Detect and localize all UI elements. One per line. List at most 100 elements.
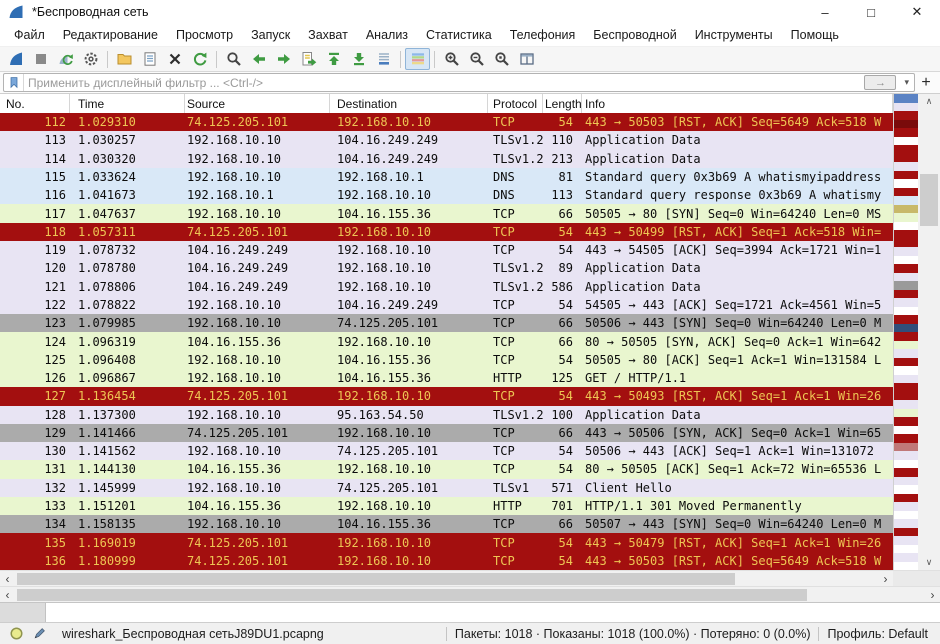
filter-text-field[interactable] bbox=[24, 76, 864, 90]
find-packet-button[interactable] bbox=[221, 48, 246, 70]
go-last-packet-button[interactable] bbox=[346, 48, 371, 70]
go-back-button[interactable] bbox=[246, 48, 271, 70]
packet-row-116[interactable]: 1161.041673192.168.10.1192.168.10.10DNS1… bbox=[0, 186, 893, 204]
vertical-scrollbar[interactable]: ∧ ∨ bbox=[918, 94, 940, 570]
save-file-button[interactable] bbox=[137, 48, 162, 70]
column-header-time[interactable]: Time bbox=[70, 94, 185, 113]
start-capture-button[interactable] bbox=[3, 48, 28, 70]
cell-destination: 104.16.155.36 bbox=[330, 207, 488, 221]
scroll-right-arrow-icon[interactable]: › bbox=[925, 587, 940, 602]
filter-dropdown-caret-icon[interactable]: ▾ bbox=[899, 77, 914, 88]
packet-row-131[interactable]: 1311.144130104.16.155.36192.168.10.10TCP… bbox=[0, 460, 893, 478]
cell-time: 1.078732 bbox=[70, 243, 185, 257]
horizontal-scrollbar-thumb[interactable] bbox=[17, 589, 807, 601]
packet-row-113[interactable]: 1131.030257192.168.10.10104.16.249.249TL… bbox=[0, 131, 893, 149]
packet-row-121[interactable]: 1211.078806104.16.249.249192.168.10.10TL… bbox=[0, 278, 893, 296]
scroll-left-arrow-icon[interactable]: ‹ bbox=[0, 587, 15, 602]
zoom-original-button[interactable] bbox=[489, 48, 514, 70]
capture-options-icon bbox=[83, 51, 99, 67]
cell-no: 129 bbox=[0, 426, 70, 440]
capture-options-button[interactable] bbox=[78, 48, 103, 70]
vertical-scrollbar-thumb[interactable] bbox=[920, 174, 938, 226]
intelligent-scrollbar-minimap[interactable] bbox=[893, 94, 918, 570]
packet-row-136[interactable]: 1361.18099974.125.205.101192.168.10.10TC… bbox=[0, 552, 893, 570]
column-header-source[interactable]: Source bbox=[185, 94, 330, 113]
cell-source: 192.168.10.10 bbox=[185, 133, 330, 147]
cell-length: 110 bbox=[543, 133, 582, 147]
display-filter-input[interactable]: → ▾ bbox=[3, 73, 915, 92]
menu-item-analyze[interactable]: Анализ bbox=[357, 28, 417, 42]
horizontal-scrollbar-thumb[interactable] bbox=[17, 573, 735, 585]
open-file-button[interactable] bbox=[112, 48, 137, 70]
menu-item-edit[interactable]: Редактирование bbox=[54, 28, 167, 42]
menu-item-view[interactable]: Просмотр bbox=[167, 28, 242, 42]
go-to-packet-button[interactable] bbox=[296, 48, 321, 70]
cell-destination: 74.125.205.101 bbox=[330, 444, 488, 458]
reload-file-button[interactable] bbox=[187, 48, 212, 70]
packet-row-123[interactable]: 1231.079985192.168.10.1074.125.205.101TC… bbox=[0, 314, 893, 332]
auto-scroll-button[interactable] bbox=[371, 48, 396, 70]
packet-row-122[interactable]: 1221.078822192.168.10.10104.16.249.249TC… bbox=[0, 296, 893, 314]
menu-item-statistics[interactable]: Статистика bbox=[417, 28, 501, 42]
menu-item-wireless[interactable]: Беспроводной bbox=[584, 28, 685, 42]
packet-row-128[interactable]: 1281.137300192.168.10.1095.163.54.50TLSv… bbox=[0, 406, 893, 424]
column-header-protocol[interactable]: Protocol bbox=[488, 94, 543, 113]
packet-row-125[interactable]: 1251.096408192.168.10.10104.16.155.36TCP… bbox=[0, 351, 893, 369]
stop-capture-button[interactable] bbox=[28, 48, 53, 70]
zoom-in-button[interactable] bbox=[439, 48, 464, 70]
menu-item-capture[interactable]: Захват bbox=[299, 28, 357, 42]
menu-item-tools[interactable]: Инструменты bbox=[686, 28, 782, 42]
lower-horizontal-scrollbar[interactable]: ‹ › bbox=[0, 586, 940, 602]
close-file-button[interactable] bbox=[162, 48, 187, 70]
packet-list-horizontal-scrollbar[interactable]: ‹ › bbox=[0, 570, 893, 586]
colorize-packets-button[interactable] bbox=[405, 48, 430, 70]
scroll-left-arrow-icon[interactable]: ‹ bbox=[0, 571, 15, 586]
packet-row-112[interactable]: 1121.02931074.125.205.101192.168.10.10TC… bbox=[0, 113, 893, 131]
cell-info: 50506 → 443 [ACK] Seq=1 Ack=1 Win=131072 bbox=[582, 444, 893, 458]
packet-row-114[interactable]: 1141.030320192.168.10.10104.16.249.249TL… bbox=[0, 150, 893, 168]
go-forward-button[interactable] bbox=[271, 48, 296, 70]
minimap-stripe bbox=[894, 511, 918, 520]
packet-row-132[interactable]: 1321.145999192.168.10.1074.125.205.101TL… bbox=[0, 479, 893, 497]
column-header-no[interactable]: No. bbox=[0, 94, 70, 113]
packet-row-124[interactable]: 1241.096319104.16.155.36192.168.10.10TCP… bbox=[0, 332, 893, 350]
packet-row-129[interactable]: 1291.14146674.125.205.101192.168.10.10TC… bbox=[0, 424, 893, 442]
restart-capture-button[interactable] bbox=[53, 48, 78, 70]
packet-row-119[interactable]: 1191.078732104.16.249.249192.168.10.10TC… bbox=[0, 241, 893, 259]
add-filter-button-button[interactable]: + bbox=[915, 74, 937, 92]
packet-row-126[interactable]: 1261.096867192.168.10.10104.16.155.36HTT… bbox=[0, 369, 893, 387]
scroll-right-arrow-icon[interactable]: › bbox=[878, 571, 893, 586]
packet-row-130[interactable]: 1301.141562192.168.10.1074.125.205.101TC… bbox=[0, 442, 893, 460]
minimap-stripe bbox=[894, 111, 918, 120]
column-header-info[interactable]: Info bbox=[582, 94, 893, 113]
apply-filter-button[interactable]: → bbox=[864, 75, 896, 90]
packet-row-118[interactable]: 1181.05731174.125.205.101192.168.10.10TC… bbox=[0, 223, 893, 241]
scroll-down-arrow-icon[interactable]: ∨ bbox=[918, 555, 940, 570]
close-button[interactable]: ✕ bbox=[894, 0, 940, 24]
menu-item-help[interactable]: Помощь bbox=[782, 28, 848, 42]
profile-indicator[interactable]: Профиль: Default bbox=[827, 627, 928, 641]
packet-row-115[interactable]: 1151.033624192.168.10.10192.168.10.1DNS8… bbox=[0, 168, 893, 186]
menu-item-telephony[interactable]: Телефония bbox=[501, 28, 585, 42]
packet-row-120[interactable]: 1201.078780104.16.249.249192.168.10.10TL… bbox=[0, 259, 893, 277]
packet-row-134[interactable]: 1341.158135192.168.10.10104.16.155.36TCP… bbox=[0, 515, 893, 533]
column-header-length[interactable]: Length bbox=[543, 94, 582, 113]
column-header-destination[interactable]: Destination bbox=[330, 94, 488, 113]
capture-comment-pencil-icon[interactable] bbox=[33, 626, 48, 641]
minimize-button[interactable]: – bbox=[802, 0, 848, 24]
expert-info-icon[interactable] bbox=[9, 626, 24, 641]
menu-item-go[interactable]: Запуск bbox=[242, 28, 299, 42]
go-first-packet-button[interactable] bbox=[321, 48, 346, 70]
packet-row-135[interactable]: 1351.16901974.125.205.101192.168.10.10TC… bbox=[0, 533, 893, 551]
minimap-stripe bbox=[894, 349, 918, 358]
maximize-button[interactable]: □ bbox=[848, 0, 894, 24]
packet-row-117[interactable]: 1171.047637192.168.10.10104.16.155.36TCP… bbox=[0, 204, 893, 222]
scroll-up-arrow-icon[interactable]: ∧ bbox=[918, 94, 940, 109]
resize-columns-button[interactable] bbox=[514, 48, 539, 70]
packet-row-133[interactable]: 1331.151201104.16.155.36192.168.10.10HTT… bbox=[0, 497, 893, 515]
cell-time: 1.158135 bbox=[70, 517, 185, 531]
zoom-out-button[interactable] bbox=[464, 48, 489, 70]
packet-row-127[interactable]: 1271.13645474.125.205.101192.168.10.10TC… bbox=[0, 387, 893, 405]
menu-item-file[interactable]: Файл bbox=[5, 28, 54, 42]
filter-bookmark-icon[interactable] bbox=[4, 74, 24, 91]
